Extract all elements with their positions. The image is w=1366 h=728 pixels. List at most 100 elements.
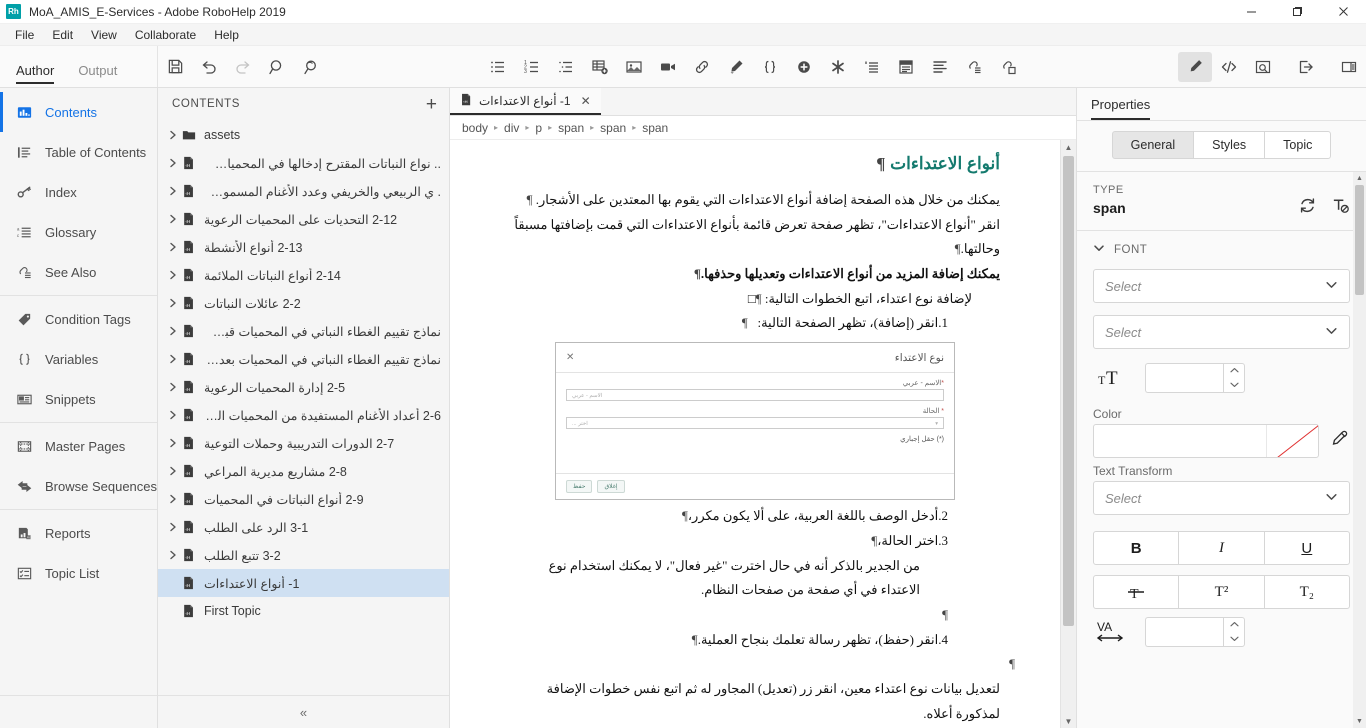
layout-panels-icon[interactable] bbox=[1332, 46, 1366, 88]
subscript-button[interactable]: T₂ bbox=[1263, 575, 1350, 609]
add-content-button[interactable]: + bbox=[426, 95, 437, 114]
sidebar-item-table-of-contents[interactable]: Table of Contents bbox=[0, 132, 157, 172]
scrollbar-track[interactable] bbox=[1061, 154, 1076, 714]
font-style-select[interactable]: Select bbox=[1093, 315, 1350, 349]
chevron-right-icon[interactable] bbox=[158, 438, 178, 448]
list-item[interactable]: ‹H نماذج تقييم الغطاء النباتي في المحميا… bbox=[158, 345, 449, 373]
document-tab[interactable]: ‹H 1- أنواع الاعتداءات ✕ bbox=[450, 88, 601, 115]
color-input[interactable] bbox=[1093, 424, 1319, 458]
list-item[interactable]: ‹H 2-8 مشاريع مديرية المراعي bbox=[158, 457, 449, 485]
find-icon[interactable] bbox=[260, 46, 294, 88]
chevron-right-icon[interactable] bbox=[158, 494, 178, 504]
list-item[interactable]: ‹H 2-9 أنواع النباتات في المحميات bbox=[158, 485, 449, 513]
undo-icon[interactable] bbox=[192, 46, 226, 88]
superscript-button[interactable]: T² bbox=[1178, 575, 1265, 609]
chevron-right-icon[interactable] bbox=[158, 466, 178, 476]
list-item[interactable]: ‹H First Topic bbox=[158, 597, 449, 625]
breadcrumb-item-div[interactable]: div bbox=[504, 121, 519, 135]
menu-collaborate[interactable]: Collaborate bbox=[126, 26, 205, 44]
edit-pencil-icon[interactable] bbox=[1178, 51, 1212, 82]
list-item[interactable]: ‹H 2-6 أعداد الأغنام المستفيدة من المحمي… bbox=[158, 401, 449, 429]
sidebar-item-topic-list[interactable]: Topic List bbox=[0, 553, 157, 593]
collapse-panel-button[interactable]: « bbox=[300, 705, 307, 720]
italic-button[interactable]: I bbox=[1178, 531, 1265, 565]
font-family-field[interactable]: Select bbox=[1077, 263, 1366, 309]
maximize-button[interactable] bbox=[1274, 0, 1320, 24]
sidebar-item-browse-sequences[interactable]: Browse Sequences bbox=[0, 466, 157, 506]
tab-styles[interactable]: Styles bbox=[1193, 131, 1266, 159]
save-icon[interactable] bbox=[158, 46, 192, 88]
chevron-right-icon[interactable] bbox=[158, 158, 178, 168]
list-item[interactable]: ‹H .. نواع النباتات المقترح إدخالها في ا… bbox=[158, 149, 449, 177]
tab-topic[interactable]: Topic bbox=[1264, 131, 1332, 159]
close-button[interactable] bbox=[1320, 0, 1366, 24]
indent-icon[interactable] bbox=[855, 46, 889, 88]
sidebar-item-snippets[interactable]: Snippets bbox=[0, 379, 157, 419]
code-view-icon[interactable] bbox=[1212, 46, 1246, 88]
scroll-down-icon[interactable]: ▼ bbox=[1356, 715, 1363, 728]
scrollbar-track[interactable] bbox=[1353, 185, 1366, 715]
text-transform-select[interactable]: Select bbox=[1093, 481, 1350, 515]
dropdown-text-icon[interactable] bbox=[889, 46, 923, 88]
list-item[interactable]: ‹H 2-7 الدورات التدريبية وحملات التوعية bbox=[158, 429, 449, 457]
stepper-up-icon[interactable] bbox=[1229, 621, 1240, 630]
letter-spacing-stepper[interactable] bbox=[1145, 617, 1245, 647]
strikethrough-button[interactable]: T bbox=[1093, 575, 1180, 609]
breadcrumb-item-span-2[interactable]: span bbox=[600, 121, 626, 135]
sidebar-item-see-also[interactable]: See Also bbox=[0, 252, 157, 292]
stepper-down-icon[interactable] bbox=[1229, 381, 1240, 390]
list-item[interactable]: ‹H نماذج تقييم الغطاء النباتي في المحميا… bbox=[158, 317, 449, 345]
preview-icon[interactable] bbox=[1246, 46, 1280, 88]
scrollbar-thumb[interactable] bbox=[1355, 185, 1364, 295]
chevron-right-icon[interactable] bbox=[158, 130, 178, 140]
insert-variable-icon[interactable] bbox=[753, 46, 787, 88]
eyedropper-icon[interactable] bbox=[1331, 429, 1350, 453]
clear-formatting-icon[interactable] bbox=[1331, 196, 1350, 220]
sidebar-item-condition-tags[interactable]: Condition Tags bbox=[0, 299, 157, 339]
menu-help[interactable]: Help bbox=[205, 26, 248, 44]
chevron-right-icon[interactable] bbox=[158, 410, 178, 420]
refresh-icon[interactable] bbox=[1298, 196, 1317, 220]
breadcrumb-item-body[interactable]: body bbox=[462, 121, 488, 135]
list-item[interactable]: ‹H 3-1 الرد على الطلب bbox=[158, 513, 449, 541]
list-item[interactable]: ‹H 2-2 عائلات النباتات bbox=[158, 289, 449, 317]
insert-marker-icon[interactable] bbox=[719, 46, 753, 88]
bulleted-list-icon[interactable] bbox=[481, 46, 515, 88]
breadcrumb-item-p[interactable]: p bbox=[535, 121, 542, 135]
chevron-right-icon[interactable] bbox=[158, 270, 178, 280]
chevron-right-icon[interactable] bbox=[158, 550, 178, 560]
font-size-input[interactable] bbox=[1145, 363, 1223, 393]
sidebar-item-index[interactable]: Index bbox=[0, 172, 157, 212]
list-item-selected[interactable]: ‹H 1- أنواع الاعتداءات bbox=[158, 569, 449, 597]
tab-properties[interactable]: Properties bbox=[1091, 97, 1151, 120]
chevron-right-icon[interactable] bbox=[158, 214, 178, 224]
insert-link-icon[interactable] bbox=[685, 46, 719, 88]
insert-snippet-icon[interactable] bbox=[787, 46, 821, 88]
chevron-right-icon[interactable] bbox=[158, 186, 178, 196]
font-section-header[interactable]: FONT bbox=[1077, 231, 1366, 263]
bookmark-icon[interactable] bbox=[991, 46, 1025, 88]
list-item[interactable]: ‹H 2-5 إدارة المحميات الرعوية bbox=[158, 373, 449, 401]
list-item[interactable]: ‹H . ي الربيعي والخريفي وعدد الأغنام الم… bbox=[158, 177, 449, 205]
stepper-up-icon[interactable] bbox=[1229, 367, 1240, 376]
letter-spacing-stepper-buttons[interactable] bbox=[1223, 617, 1245, 647]
sidebar-item-variables[interactable]: Variables bbox=[0, 339, 157, 379]
underline-button[interactable]: U bbox=[1263, 531, 1350, 565]
stepper-down-icon[interactable] bbox=[1229, 635, 1240, 644]
insert-image-icon[interactable] bbox=[617, 46, 651, 88]
numbered-list-icon[interactable]: 1 2 3 bbox=[515, 46, 549, 88]
minimize-button[interactable] bbox=[1228, 0, 1274, 24]
sidebar-item-contents[interactable]: Contents bbox=[0, 92, 157, 132]
scrollbar-thumb[interactable] bbox=[1063, 156, 1074, 626]
close-icon[interactable]: ✕ bbox=[581, 94, 591, 108]
menu-view[interactable]: View bbox=[82, 26, 126, 44]
chevron-right-icon[interactable] bbox=[158, 242, 178, 252]
breadcrumb-item-span-1[interactable]: span bbox=[558, 121, 584, 135]
chevron-right-icon[interactable] bbox=[158, 326, 178, 336]
bold-button[interactable]: B bbox=[1093, 531, 1180, 565]
find-replace-icon[interactable] bbox=[294, 46, 328, 88]
tab-general[interactable]: General bbox=[1111, 131, 1195, 159]
list-item[interactable]: ‹H 2-12 التحديات على المحميات الرعوية bbox=[158, 205, 449, 233]
color-swatch-none[interactable] bbox=[1266, 425, 1318, 457]
properties-scrollbar[interactable]: ▲ ▼ bbox=[1353, 172, 1366, 728]
